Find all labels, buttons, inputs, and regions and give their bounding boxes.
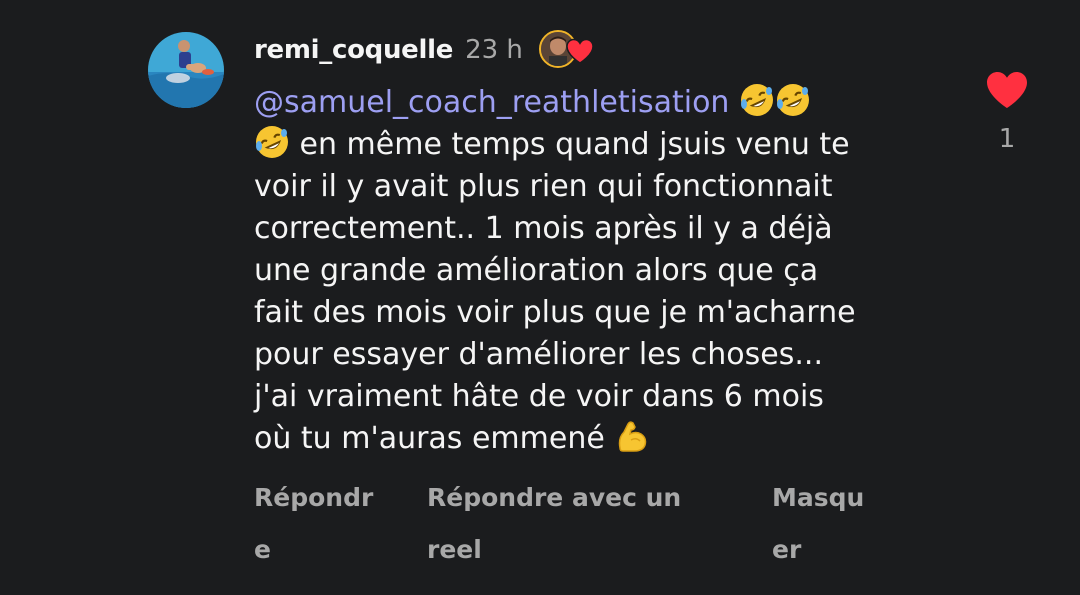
comment-text-line: correctement.. 1 mois après il y a déjà bbox=[254, 211, 833, 246]
comment-text-line: où tu m'auras emmené bbox=[254, 421, 605, 456]
hide-button[interactable]: Masqu er bbox=[772, 472, 884, 576]
comment-text-line: une grande amélioration alors que ça bbox=[254, 253, 819, 288]
comment-text-line: en même temps quand jsuis venu te bbox=[290, 127, 850, 162]
hide-button-label: er bbox=[772, 535, 802, 564]
comment-text-line: pour essayer d'améliorer les choses... bbox=[254, 337, 823, 372]
reply-button-label: Répondr bbox=[254, 483, 374, 512]
comment-header: remi_coquelle 23 h bbox=[254, 30, 597, 70]
flexed-biceps-emoji-icon bbox=[614, 418, 650, 454]
reply-with-reel-button[interactable]: Répondre avec un reel bbox=[427, 472, 727, 576]
rolling-on-floor-laughing-emoji-icon bbox=[254, 124, 290, 160]
comment-text-line: voir il y avait plus rien qui fonctionna… bbox=[254, 169, 833, 204]
heart-icon bbox=[987, 72, 1027, 108]
comment-text-line: j'ai vraiment hâte de voir dans 6 mois bbox=[254, 379, 824, 414]
comment-time: 23 h bbox=[465, 35, 523, 65]
like-count: 1 bbox=[998, 124, 1016, 154]
avatar[interactable] bbox=[148, 32, 224, 108]
reply-button[interactable]: Répondr e bbox=[254, 472, 394, 576]
like-button[interactable] bbox=[985, 70, 1029, 110]
comment-text: @samuel_coach_reathletisation en même te… bbox=[254, 82, 944, 460]
reply-with-reel-label: Répondre avec un bbox=[427, 483, 682, 512]
comment-line: en même temps quand jsuis venu te bbox=[254, 124, 944, 166]
rolling-on-floor-laughing-emoji-icon bbox=[739, 82, 775, 118]
mention-link[interactable]: @samuel_coach_reathletisation bbox=[254, 85, 729, 120]
liked-by-author-badge bbox=[538, 30, 597, 70]
rolling-on-floor-laughing-emoji-icon bbox=[775, 82, 811, 118]
username[interactable]: remi_coquelle bbox=[254, 35, 453, 65]
comment-text-line: fait des mois voir plus que je m'acharne bbox=[254, 295, 856, 330]
comment-line: où tu m'auras emmené bbox=[254, 418, 944, 460]
reply-with-reel-label: reel bbox=[427, 535, 482, 564]
heart-icon bbox=[566, 38, 594, 64]
comment-line: @samuel_coach_reathletisation bbox=[254, 82, 944, 124]
reply-button-label: e bbox=[254, 535, 271, 564]
hide-button-label: Masqu bbox=[772, 483, 865, 512]
